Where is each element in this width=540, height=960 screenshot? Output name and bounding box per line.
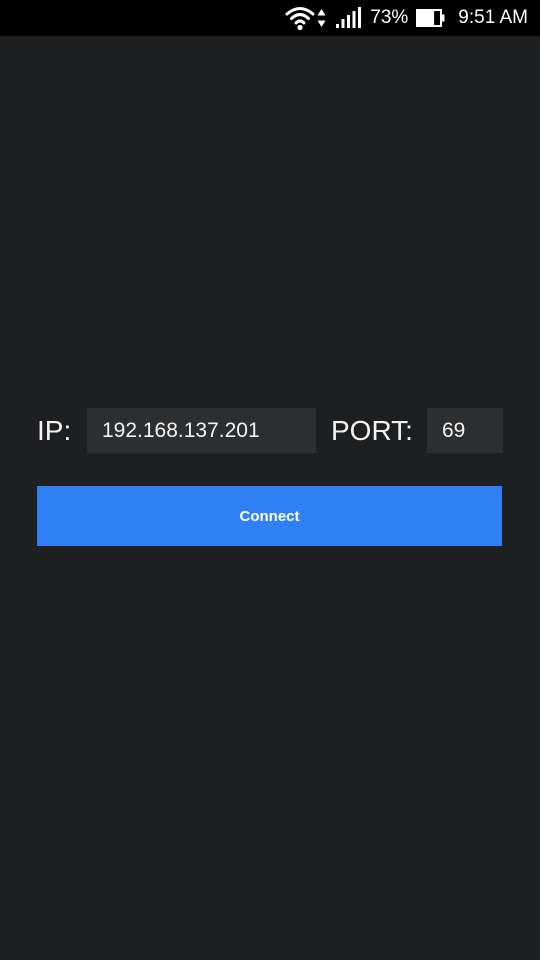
data-arrows-icon: [317, 9, 326, 27]
ip-input[interactable]: [87, 408, 316, 453]
battery-icon: [416, 9, 445, 27]
wifi-icon: [285, 7, 315, 31]
status-icons: 73% 9:51 AM: [285, 0, 528, 36]
ip-label: IP:: [37, 415, 72, 446]
connect-button[interactable]: Connect: [37, 486, 502, 546]
signal-icon: [336, 7, 362, 28]
status-bar: 73% 9:51 AM: [0, 0, 540, 36]
battery-percentage: 73%: [370, 7, 409, 28]
port-input[interactable]: [427, 408, 503, 453]
port-label: PORT:: [331, 415, 413, 446]
clock: 9:51 AM: [458, 7, 528, 28]
